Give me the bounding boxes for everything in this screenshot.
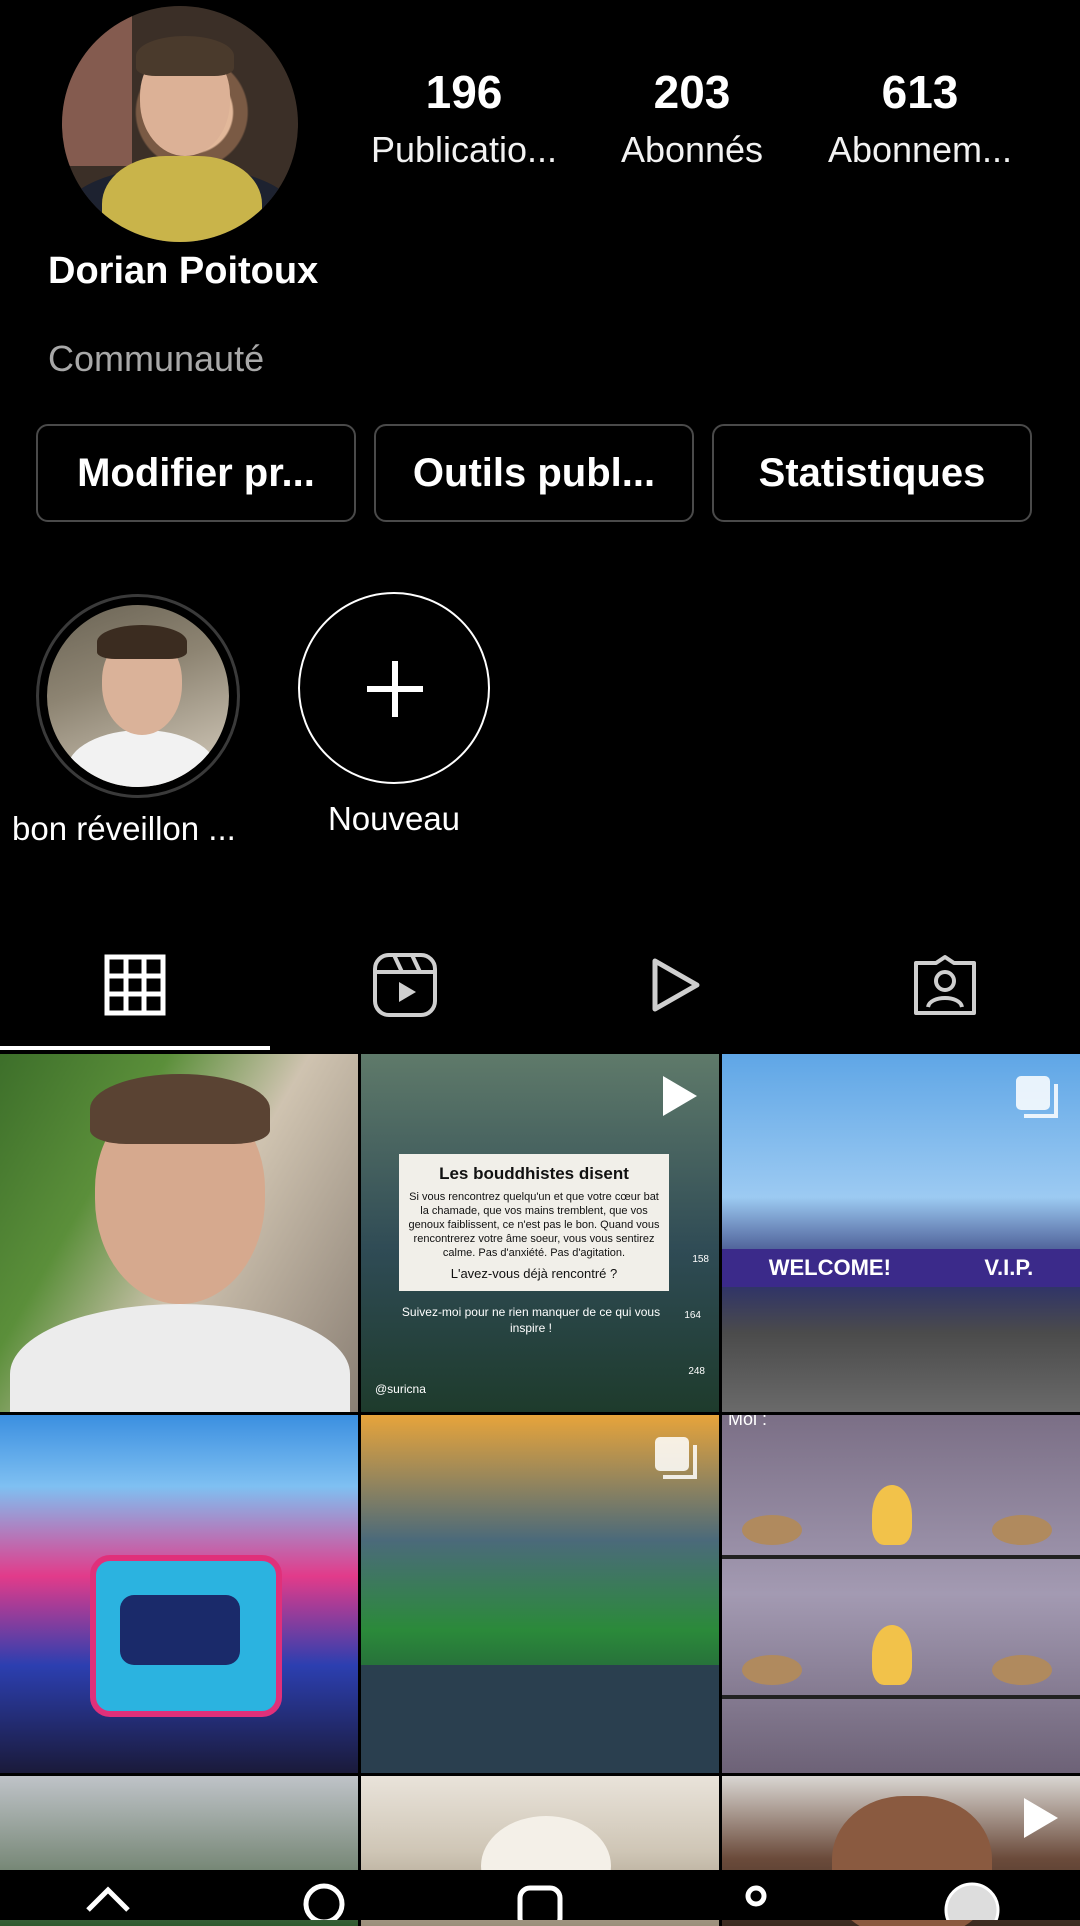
tab-reels[interactable] (270, 920, 540, 1050)
stat-followers-value: 203 (653, 66, 731, 118)
post-thumbnail[interactable] (0, 1415, 358, 1773)
reel-play-icon (1024, 1798, 1058, 1838)
profile-actions: Modifier pr... Outils publ... Statistiqu… (36, 424, 1032, 522)
avatar-hair (136, 36, 234, 76)
profile-stats: 196 Publicatio... 203 Abonnés 613 Abonne… (350, 62, 1070, 178)
tab-videos[interactable] (540, 920, 810, 1050)
play-icon (652, 958, 700, 1012)
professional-tools-button[interactable]: Outils publ... (374, 424, 694, 522)
carousel-icon (655, 1437, 697, 1479)
highlight-ring (36, 594, 240, 798)
profile-category: Communauté (48, 338, 265, 379)
profile-avatar[interactable] (62, 6, 298, 242)
reels-icon (373, 953, 437, 1017)
profile-name: Dorian Poitoux (48, 250, 319, 292)
festival-banner: WELCOME! V.I.P. (722, 1249, 1080, 1287)
banner-welcome: WELCOME! (768, 1255, 891, 1280)
quote-comments: 164 (684, 1310, 701, 1321)
avatar-background (62, 6, 132, 166)
search-icon[interactable] (294, 1870, 354, 1920)
tab-posts-grid[interactable] (0, 920, 270, 1050)
quote-body: Si vous rencontrez quelqu'un et que votr… (408, 1191, 660, 1259)
reel-play-icon (663, 1076, 697, 1116)
comic-caption: Moi : (728, 1415, 768, 1429)
highlight-label: bon réveillon ... (12, 810, 236, 847)
stat-following[interactable]: 613 Abonnem... (806, 62, 1034, 178)
edit-profile-button[interactable]: Modifier pr... (36, 424, 356, 522)
bottom-navigation (0, 1870, 1080, 1920)
tab-tagged[interactable] (810, 920, 1080, 1050)
new-highlight-ring (298, 592, 490, 784)
highlight-item[interactable] (36, 594, 240, 798)
highlight-cover (47, 605, 229, 787)
shop-icon[interactable] (726, 1870, 786, 1920)
quote-shares: 248 (688, 1366, 705, 1377)
quote-card: Les bouddhistes disent Si vous rencontre… (399, 1154, 669, 1291)
home-icon[interactable] (78, 1870, 138, 1920)
profile-nav-avatar[interactable] (942, 1870, 1002, 1920)
carousel-icon (1016, 1076, 1058, 1118)
post-thumbnail[interactable]: Moi : (722, 1415, 1080, 1773)
stat-posts-value: 196 (425, 66, 503, 118)
stat-followers-label: Abonnés (620, 129, 764, 170)
quote-handle: @suricna (375, 1382, 426, 1396)
stat-posts-label: Publicatio... (370, 129, 558, 170)
stat-followers[interactable]: 203 Abonnés (578, 62, 806, 178)
quote-question: L'avez-vous déjà rencontré ? (450, 1266, 618, 1281)
avatar-shirt (102, 156, 262, 242)
reels-nav-icon[interactable] (510, 1870, 570, 1920)
grid-icon (104, 954, 166, 1016)
quote-title: Les bouddhistes disent (439, 1164, 629, 1183)
profile-tabs (0, 920, 1080, 1050)
banner-vip: V.I.P. (984, 1255, 1034, 1280)
stat-following-label: Abonnem... (827, 129, 1013, 170)
quote-likes: 158 (692, 1254, 709, 1265)
stat-following-value: 613 (881, 66, 959, 118)
post-thumbnail[interactable] (0, 1054, 358, 1412)
insights-button[interactable]: Statistiques (712, 424, 1032, 522)
quote-follow-text: Suivez-moi pour ne rien manquer de ce qu… (401, 1305, 661, 1335)
post-thumbnail[interactable]: Les bouddhistes disent Si vous rencontre… (361, 1054, 719, 1412)
post-thumbnail[interactable] (361, 1415, 719, 1773)
new-highlight[interactable]: Nouveau (298, 592, 490, 838)
tagged-icon (914, 955, 976, 1015)
post-thumbnail[interactable]: WELCOME! V.I.P. (722, 1054, 1080, 1412)
new-highlight-label: Nouveau (327, 800, 461, 837)
stat-posts[interactable]: 196 Publicatio... (350, 62, 578, 178)
